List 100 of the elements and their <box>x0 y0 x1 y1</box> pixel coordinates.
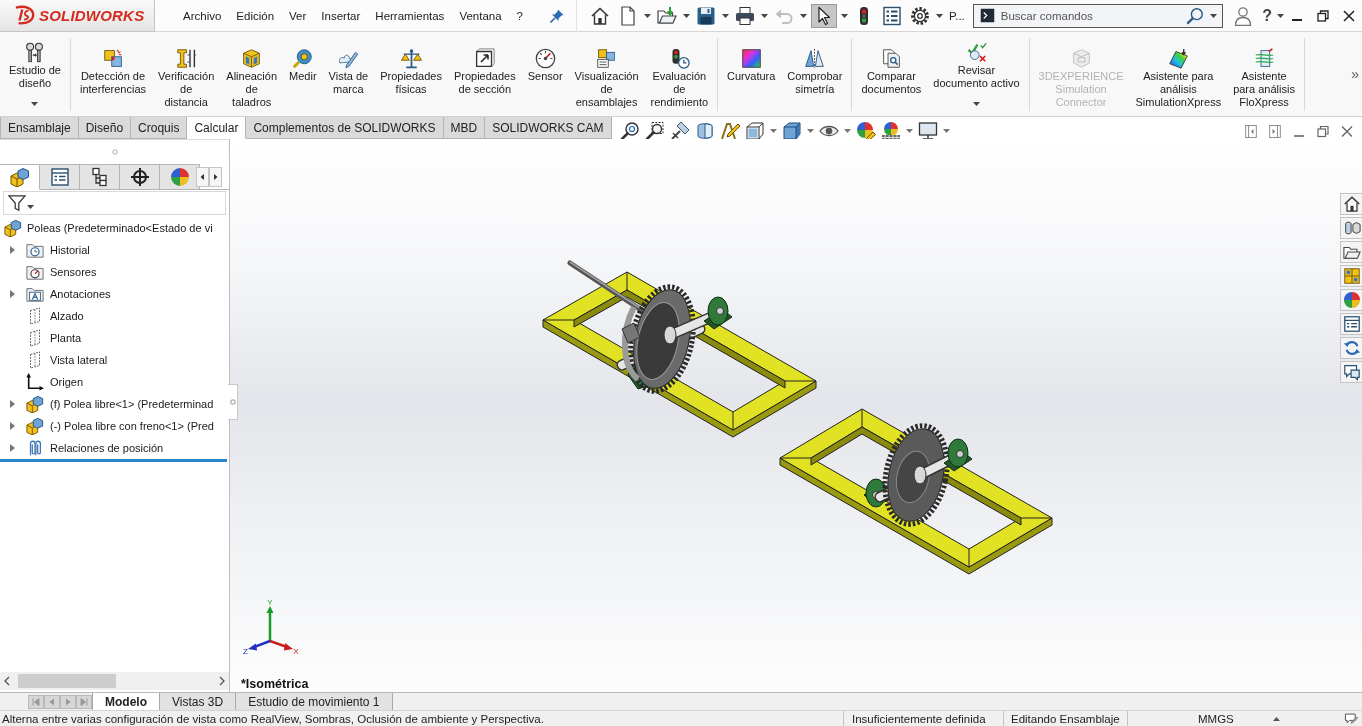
menu-item[interactable]: Ventana <box>459 9 502 22</box>
task-pane-tab[interactable] <box>1340 241 1362 263</box>
scroll-thumb[interactable] <box>18 674 116 688</box>
scroll-left-icon[interactable] <box>196 166 209 187</box>
ribbon-button[interactable]: Estudio de diseño <box>3 38 67 111</box>
menu-item[interactable]: ? <box>516 9 523 22</box>
scroll-left-icon[interactable] <box>4 676 10 686</box>
tree-node-label[interactable]: (-) Polea libre con freno<1> (Pred <box>50 420 214 432</box>
caret-icon[interactable] <box>1210 13 1218 18</box>
caret-icon[interactable] <box>683 13 690 18</box>
tree-node-label[interactable]: Planta <box>50 332 82 344</box>
model-tab[interactable]: Modelo <box>92 693 160 710</box>
zoom-area-icon[interactable] <box>644 121 665 141</box>
tree-node-label[interactable]: Relaciones de posición <box>50 442 164 454</box>
search-icon[interactable] <box>1186 6 1205 25</box>
ribbon-button[interactable]: Vista de marca <box>322 38 375 111</box>
ribbon-button[interactable]: Alineación de taladros <box>220 38 284 111</box>
pin-icon[interactable] <box>550 8 564 23</box>
ribbon-button[interactable]: Propiedades de sección <box>447 38 522 111</box>
command-tab[interactable]: Complementos de SOLIDWORKS <box>246 117 444 139</box>
caret-icon[interactable] <box>905 129 913 133</box>
close-icon[interactable] <box>1343 9 1355 22</box>
panel-tab[interactable] <box>0 164 40 190</box>
menu-item[interactable]: Edición <box>236 9 275 22</box>
ribbon-button[interactable]: Comprobar simetría <box>781 38 849 111</box>
command-tab[interactable]: Croquis <box>131 117 188 139</box>
scroll-right-icon[interactable] <box>219 676 225 686</box>
tree-node-label[interactable]: Alzado <box>50 310 84 322</box>
panel-right-icon[interactable] <box>1269 124 1281 138</box>
caret-icon[interactable] <box>942 129 950 133</box>
task-pane-tab[interactable] <box>1340 313 1362 335</box>
user-icon[interactable] <box>1233 5 1254 26</box>
ribbon-button[interactable]: Visualización de ensamblajes <box>568 38 645 111</box>
ribbon-button[interactable]: Propiedades físicas <box>374 38 448 111</box>
help-button[interactable]: ? <box>1262 6 1272 25</box>
scrollbar-track[interactable] <box>0 672 229 690</box>
command-tab[interactable]: MBD <box>443 117 486 139</box>
tree-node-label[interactable]: Origen <box>50 376 84 388</box>
menu-item[interactable]: Herramientas <box>375 9 445 22</box>
ribbon-button[interactable]: Asistente para análisis SimulationXpress <box>1129 38 1228 111</box>
tree-node-label[interactable]: Sensores <box>50 266 97 278</box>
shaded-cube-icon[interactable] <box>781 121 802 141</box>
panel-tab[interactable] <box>120 164 160 190</box>
tree-node-label[interactable]: Anotaciones <box>50 288 111 300</box>
caret-icon[interactable] <box>843 129 851 133</box>
caret-icon[interactable] <box>27 205 34 209</box>
model-tab[interactable]: Estudio de movimiento 1 <box>236 693 393 710</box>
task-pane-tab[interactable] <box>1340 361 1362 383</box>
ribbon-button[interactable]: Revisar documento activo <box>927 38 1026 111</box>
search-field[interactable]: Buscar comandos <box>972 3 1224 28</box>
caret-icon[interactable] <box>841 13 848 18</box>
grip-icon[interactable] <box>111 149 118 155</box>
toolbar-label[interactable]: P... <box>949 9 965 22</box>
ribbon-button[interactable]: Curvatura <box>721 38 782 111</box>
ribbon-button[interactable]: Detección de interferencias <box>74 38 153 111</box>
caret-icon[interactable] <box>806 129 814 133</box>
tree-node-label[interactable]: (f) Polea libre<1> (Predeterminad <box>50 398 214 410</box>
ribbon-button[interactable]: Asistente para análisis FloXpress <box>1227 38 1301 111</box>
section-view-icon[interactable] <box>694 121 715 141</box>
search-input[interactable]: Buscar comandos <box>1000 6 1181 25</box>
tree-node-label[interactable]: Poleas (Predeterminado<Estado de vi <box>27 222 213 234</box>
ribbon-button[interactable]: Comparar documentos <box>855 38 928 111</box>
caret-icon[interactable] <box>769 129 777 133</box>
command-tab[interactable]: Diseño <box>78 117 132 139</box>
ribbon-button[interactable]: Verificación de distancia <box>152 38 221 111</box>
task-pane-tab[interactable] <box>1340 217 1362 239</box>
ribbon-button[interactable]: Medir <box>283 38 323 111</box>
caret-icon[interactable] <box>644 13 651 18</box>
restore-icon[interactable] <box>1317 9 1329 22</box>
task-pane-tab[interactable] <box>1340 193 1362 215</box>
color-ball-pencil-icon[interactable] <box>855 121 876 141</box>
view-cube-icon[interactable] <box>744 121 765 141</box>
tree-node-label[interactable]: Historial <box>50 244 90 256</box>
scroll-right-icon[interactable] <box>209 166 222 187</box>
caret-icon[interactable] <box>761 13 768 18</box>
command-tab[interactable]: SOLIDWORKS CAM <box>485 117 612 139</box>
caret-icon[interactable] <box>936 13 943 18</box>
filter-icon[interactable] <box>8 194 26 212</box>
panel-left-icon[interactable] <box>1245 124 1257 138</box>
expand-arrow-icon[interactable] <box>9 400 15 408</box>
caret-icon[interactable] <box>1277 13 1284 18</box>
previous-view-icon[interactable] <box>669 121 690 141</box>
expand-arrow-icon[interactable] <box>9 246 15 254</box>
menu-item[interactable]: Archivo <box>183 9 222 22</box>
menu-item[interactable]: Insertar <box>321 9 361 22</box>
annotation-pencil-icon[interactable] <box>719 121 740 141</box>
toolbar-button[interactable] <box>811 3 837 28</box>
monitor-icon[interactable] <box>917 121 938 141</box>
model-tab[interactable]: Vistas 3D <box>160 693 237 710</box>
expand-arrow-icon[interactable] <box>9 290 15 298</box>
command-tab[interactable]: Ensamblaje <box>0 117 79 139</box>
expand-arrow-icon[interactable] <box>9 444 15 452</box>
ribbon-button[interactable]: Evaluación de rendimiento <box>644 38 715 111</box>
more-button[interactable]: » <box>1351 66 1362 82</box>
menu-item[interactable]: Ver <box>289 9 307 22</box>
expand-arrow-icon[interactable] <box>9 422 15 430</box>
caret-icon[interactable] <box>722 13 729 18</box>
caret-icon[interactable] <box>1273 716 1280 721</box>
ribbon-button[interactable]: Sensor <box>521 38 569 111</box>
panel-tab[interactable] <box>80 164 120 190</box>
